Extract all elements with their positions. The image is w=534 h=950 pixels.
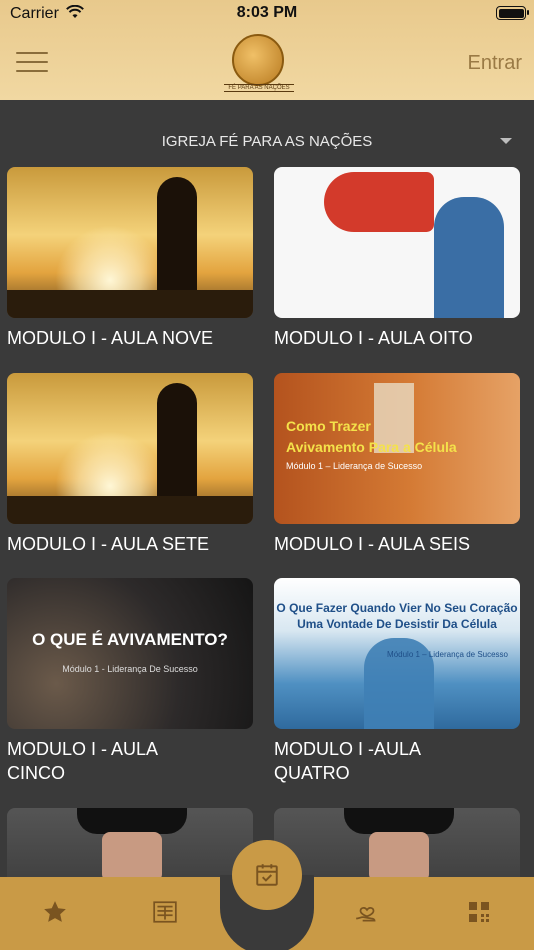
heart-hand-icon [356,907,376,922]
app-logo: FÉ PARA AS NAÇÕES [224,34,294,96]
church-selector-label: IGREJA FÉ PARA AS NAÇÕES [161,133,373,150]
thumbnail-subtitle: Módulo 1 – Liderança de Sucesso [286,461,423,471]
lesson-title: MODULO I - AULA CINCO [7,739,158,783]
lesson-title: MODULO I - AULA SETE [7,534,210,554]
tab-favorites[interactable] [40,897,70,927]
tab-offering[interactable] [352,897,382,927]
thumbnail-heading: O QUE É AVIVAMENTO? [32,630,228,649]
hamburger-menu-icon[interactable] [16,52,48,74]
lesson-title: MODULO I -AULA QUATRO [274,739,421,783]
lesson-card[interactable]: MODULO I - AULA NOVE [7,167,253,350]
logo-caption: FÉ PARA AS NAÇÕES [224,84,294,92]
thumbnail-subtitle: Módulo 1 - Liderança De Sucesso [62,664,198,674]
thumbnail-heading: O Que Fazer Quando Vier No Seu Coração U… [276,601,518,631]
tab-qr[interactable] [464,897,494,927]
lesson-card[interactable]: MODULO I - AULA SETE [7,373,253,556]
lesson-card[interactable]: MODULO I - AULA OITO [274,167,520,350]
calendar-check-icon [256,864,278,886]
globe-logo-icon [232,34,284,86]
lesson-card[interactable]: Como Trazer Avivamento Para a Célula Mód… [274,373,520,556]
lesson-thumbnail: O Que Fazer Quando Vier No Seu Coração U… [274,578,520,729]
lesson-thumbnail [7,373,253,524]
tab-calendar[interactable] [232,840,302,910]
church-selector[interactable]: IGREJA FÉ PARA AS NAÇÕES [0,128,534,156]
lesson-thumbnail [7,167,253,318]
battery-icon [496,6,529,20]
status-bar: Carrier 8:03 PM [0,0,534,28]
lesson-thumbnail: Como Trazer Avivamento Para a Célula Mód… [274,373,520,524]
lesson-thumbnail: O QUE É AVIVAMENTO? Módulo 1 - Liderança… [7,578,253,729]
chevron-down-icon [500,138,512,144]
app-header: Carrier 8:03 PM FÉ PARA AS NAÇÕES Entrar [0,0,534,100]
qr-code-icon [469,902,489,922]
lesson-title: MODULO I - AULA NOVE [7,328,214,348]
login-button[interactable]: Entrar [468,52,522,75]
thumbnail-subtitle: Módulo 1 – Liderança de Sucesso [387,650,508,659]
tab-news[interactable] [150,897,180,927]
status-time: 8:03 PM [236,4,298,21]
newspaper-icon [153,901,177,923]
lesson-card[interactable]: O QUE É AVIVAMENTO? Módulo 1 - Liderança… [7,578,253,785]
lesson-thumbnail [274,167,520,318]
thumbnail-heading: Avivamento Para a Célula [286,439,457,455]
lesson-card[interactable]: O Que Fazer Quando Vier No Seu Coração U… [274,578,520,785]
thumbnail-heading: Como Trazer [286,418,371,434]
star-icon [44,901,66,922]
lesson-title: MODULO I - AULA OITO [274,328,473,348]
lesson-title: MODULO I - AULA SEIS [274,534,471,554]
